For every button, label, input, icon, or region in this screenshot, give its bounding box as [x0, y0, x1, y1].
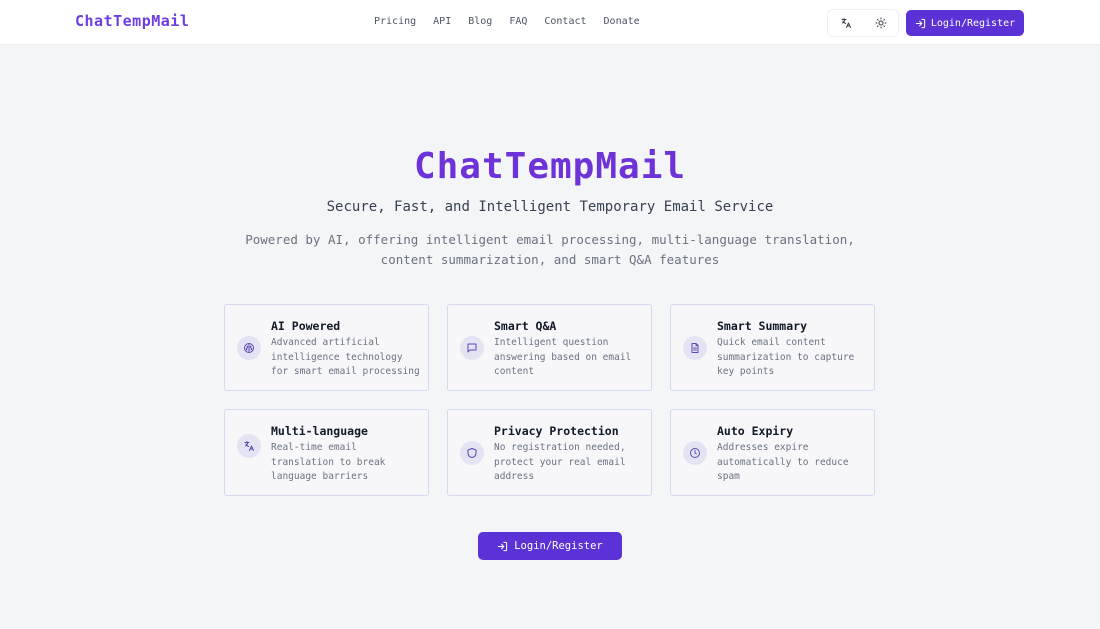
main-nav: Pricing API Blog FAQ Contact Donate: [374, 16, 640, 27]
chat-bubble-icon: [460, 336, 484, 360]
brain-icon: [237, 336, 261, 360]
feature-card-ai-powered: AI Powered Advanced artificial intellige…: [224, 304, 429, 391]
document-icon: [683, 336, 707, 360]
feature-card-smart-qa: Smart Q&A Intelligent question answering…: [447, 304, 652, 391]
shield-icon: [460, 441, 484, 465]
language-toggle-button[interactable]: [833, 12, 859, 34]
login-register-button[interactable]: Login/Register: [906, 10, 1024, 36]
header-tools: [827, 9, 899, 37]
login-icon: [498, 541, 508, 551]
top-navbar: ChatTempMail Pricing API Blog FAQ Contac…: [0, 0, 1100, 45]
feature-title: Smart Summary: [717, 319, 808, 333]
feature-description: Intelligent question answering based on …: [494, 337, 632, 377]
feature-card-privacy-protection: Privacy Protection No registration neede…: [447, 409, 652, 496]
nav-blog[interactable]: Blog: [468, 16, 492, 27]
feature-title: Auto Expiry: [717, 424, 794, 438]
feature-card-smart-summary: Smart Summary Quick email content summar…: [670, 304, 875, 391]
feature-card-auto-expiry: Auto Expiry Addresses expire automatical…: [670, 409, 875, 496]
feature-title: AI Powered: [271, 319, 341, 333]
theme-toggle-button[interactable]: [868, 12, 894, 34]
brand-logo[interactable]: ChatTempMail: [75, 12, 189, 30]
translate-icon: [237, 434, 261, 458]
feature-description: Advanced artificial intelligence technol…: [271, 337, 420, 377]
sun-icon: [875, 17, 886, 29]
login-icon: [915, 18, 925, 28]
login-register-label: Login/Register: [930, 17, 1016, 29]
cta-login-register-button[interactable]: Login/Register: [478, 532, 622, 560]
feature-title: Multi-language: [271, 424, 368, 438]
nav-faq[interactable]: FAQ: [509, 16, 527, 27]
feature-description: No registration needed, protect your rea…: [494, 442, 626, 482]
feature-description: Addresses expire automatically to reduce…: [717, 442, 849, 482]
cta-label: Login/Register: [514, 540, 603, 552]
translate-icon: [841, 18, 851, 28]
feature-description: Quick email content summarization to cap…: [717, 337, 855, 377]
feature-description: Real-time email translation to break lan…: [271, 442, 386, 482]
nav-api[interactable]: API: [433, 16, 451, 27]
nav-pricing[interactable]: Pricing: [374, 16, 416, 27]
clock-icon: [683, 441, 707, 465]
feature-title: Privacy Protection: [494, 424, 619, 438]
feature-title: Smart Q&A: [494, 319, 557, 333]
hero-subtitle: Secure, Fast, and Intelligent Temporary …: [326, 199, 774, 215]
hero-title: ChatTempMail: [413, 146, 687, 187]
nav-contact[interactable]: Contact: [544, 16, 586, 27]
feature-card-multi-language: Multi-language Real-time email translati…: [224, 409, 429, 496]
hero-description: Powered by AI, offering intelligent emai…: [245, 232, 855, 267]
nav-donate[interactable]: Donate: [604, 16, 640, 27]
